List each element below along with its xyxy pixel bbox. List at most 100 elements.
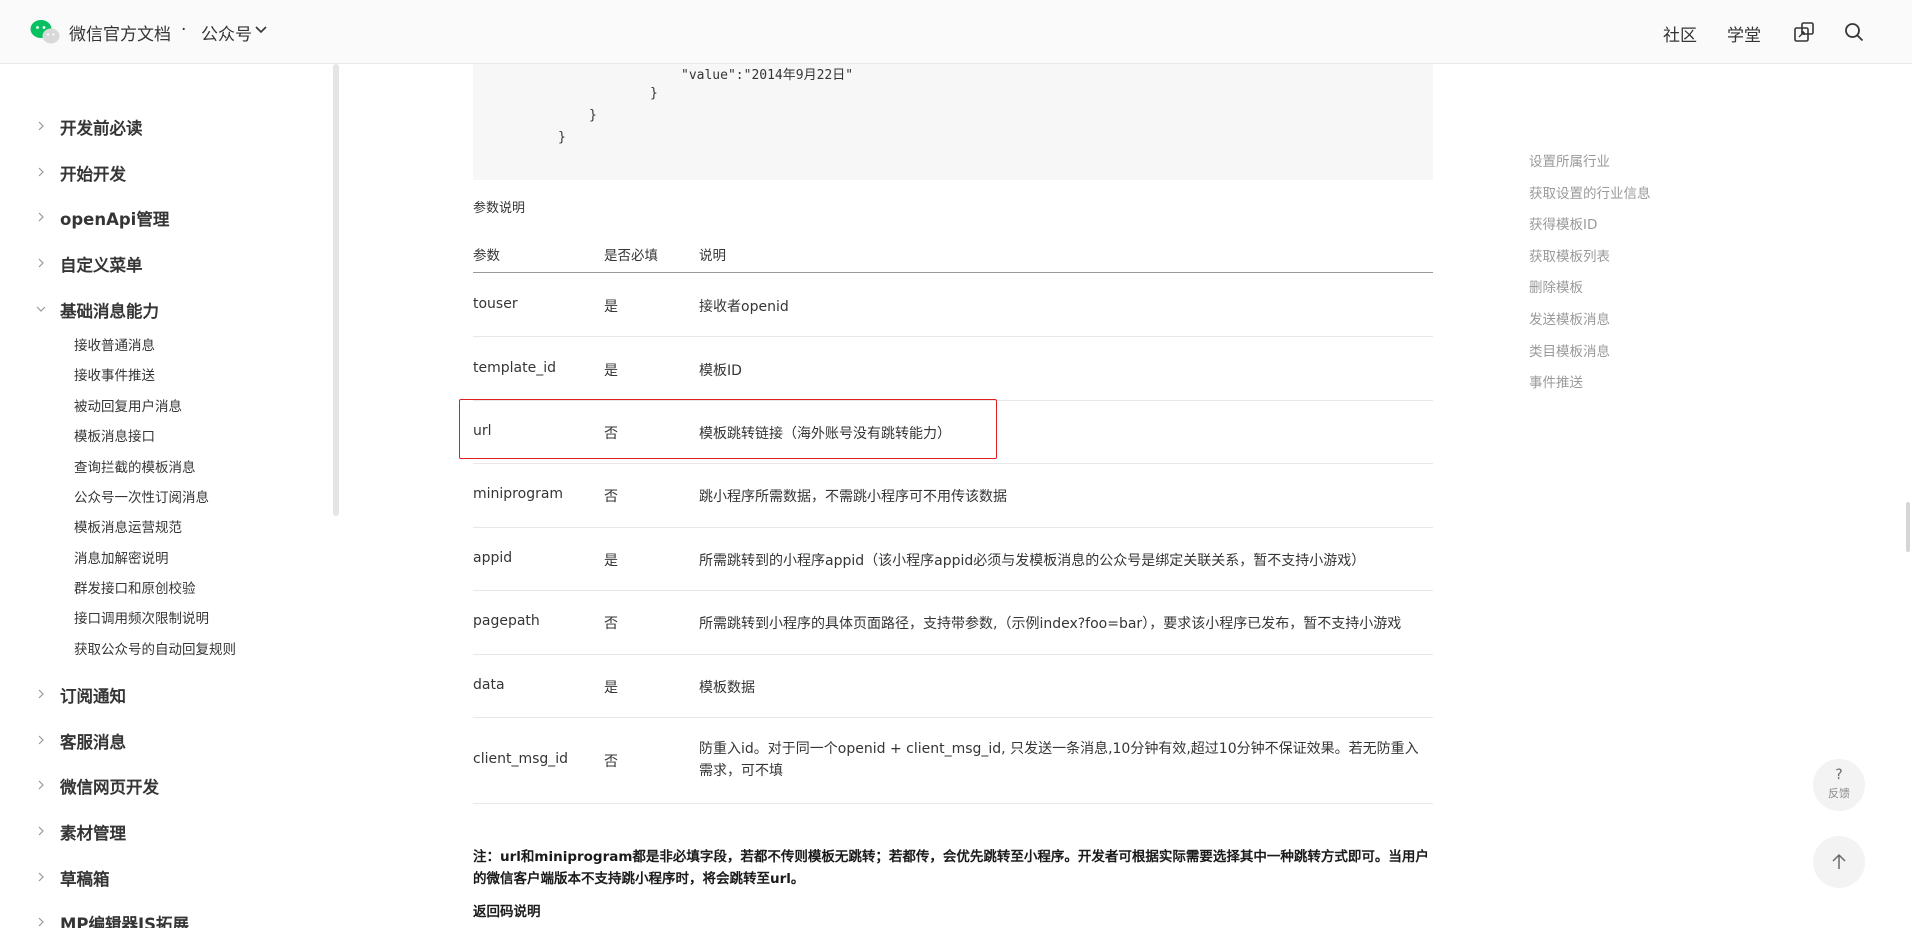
toc-item[interactable]: 删除模板 xyxy=(1529,276,1583,296)
note-paragraph: 注：url和miniprogram都是非必填字段，若都不传则模板无跳转；若都传，… xyxy=(473,849,1429,887)
table-cell-required: 是 xyxy=(604,299,618,315)
toc-item[interactable]: 设置所属行业 xyxy=(1529,150,1610,170)
table-cell-param: touser xyxy=(473,296,518,312)
table-header-desc: 说明 xyxy=(699,248,726,264)
sidebar-item-web-dev[interactable]: 微信网页开发 xyxy=(60,774,159,798)
table-cell-desc: 模板ID xyxy=(699,363,742,379)
nav-community[interactable]: 社区 xyxy=(1663,21,1697,46)
row-divider xyxy=(473,463,1433,464)
table-cell-required: 否 xyxy=(604,754,618,770)
nav-academy[interactable]: 学堂 xyxy=(1727,21,1761,46)
code-line: } xyxy=(558,130,566,145)
row-divider xyxy=(473,654,1433,655)
table-header-param: 参数 xyxy=(473,248,500,264)
table-cell-param: data xyxy=(473,677,505,693)
table-cell-required: 是 xyxy=(604,553,618,569)
params-title: 参数说明 xyxy=(473,201,526,216)
site-title[interactable]: 微信官方文档 xyxy=(69,20,171,45)
sidebar-subitem[interactable]: 被动回复用户消息 xyxy=(74,395,182,415)
sidebar-item-subscribe[interactable]: 订阅通知 xyxy=(60,683,126,707)
feedback-label: 反馈 xyxy=(1828,787,1850,800)
sidebar-item-drafts[interactable]: 草稿箱 xyxy=(60,866,110,890)
sidebar-subitem[interactable]: 公众号一次性订阅消息 xyxy=(74,486,209,506)
sidebar-item-openapi[interactable]: openApi管理 xyxy=(60,206,169,230)
chevron-right-icon[interactable] xyxy=(36,212,46,222)
table-header-required: 是否必填 xyxy=(604,248,658,264)
table-cell-param: pagepath xyxy=(473,613,540,629)
search-icon[interactable] xyxy=(1843,21,1865,43)
table-cell-desc: 跳小程序所需数据，不需跳小程序可不用传该数据 xyxy=(699,489,1007,505)
sidebar-subitem[interactable]: 接收普通消息 xyxy=(74,334,155,354)
sidebar-subitem[interactable]: 消息加解密说明 xyxy=(74,547,169,567)
chevron-right-icon[interactable] xyxy=(36,689,46,699)
wechat-logo-icon[interactable] xyxy=(30,19,60,45)
chevron-right-icon[interactable] xyxy=(36,826,46,836)
sidebar-item-mp-editor[interactable]: MP编辑器JS拓展 xyxy=(60,911,189,928)
sidebar-subitem[interactable]: 接口调用频次限制说明 xyxy=(74,607,209,627)
table-cell-required: 否 xyxy=(604,489,618,505)
table-cell-required: 否 xyxy=(604,616,618,632)
table-cell-desc: 所需跳转到小程序的具体页面路径，支持带参数,（示例index?foo=bar），… xyxy=(699,616,1402,632)
table-cell-param: miniprogram xyxy=(473,486,564,502)
sidebar-subitem[interactable]: 接收事件推送 xyxy=(74,364,155,384)
chevron-down-icon[interactable] xyxy=(36,304,46,314)
code-line: } xyxy=(589,108,597,123)
chevron-right-icon[interactable] xyxy=(36,258,46,268)
left-sidebar: 开发前必读 开始开发 openApi管理 自定义菜单 基础消息能力 接收普通消息… xyxy=(0,64,336,928)
product-switcher[interactable]: 公众号 xyxy=(201,20,252,45)
chevron-right-icon[interactable] xyxy=(36,917,46,927)
main-scrollbar[interactable] xyxy=(1906,502,1910,552)
chevron-right-icon[interactable] xyxy=(36,780,46,790)
row-divider xyxy=(473,590,1433,591)
sidebar-item-material[interactable]: 素材管理 xyxy=(60,820,126,844)
highlight-annotation-box xyxy=(459,399,997,459)
table-cell-param: template_id xyxy=(473,360,556,376)
code-block: "value":"2014年9月22日" } } } xyxy=(473,64,1433,180)
chevron-right-icon[interactable] xyxy=(36,872,46,882)
sidebar-scrollbar[interactable] xyxy=(333,64,339,516)
sidebar-subitem[interactable]: 模板消息接口 xyxy=(74,425,155,445)
table-header-divider xyxy=(473,272,1433,273)
arrow-up-icon xyxy=(1832,853,1846,869)
code-line: "value":"2014年9月22日" xyxy=(681,68,854,83)
question-icon: ? xyxy=(1835,767,1843,783)
table-cell-desc: 模板数据 xyxy=(699,680,755,696)
toc-item[interactable]: 类目模板消息 xyxy=(1529,340,1610,360)
sidebar-item-basic-message[interactable]: 基础消息能力 xyxy=(60,298,159,322)
sidebar-subitem[interactable]: 获取公众号的自动回复规则 xyxy=(74,638,236,658)
table-cell-required: 是 xyxy=(604,363,618,379)
toc-item[interactable]: 发送模板消息 xyxy=(1529,308,1610,328)
chevron-down-icon[interactable] xyxy=(254,22,268,38)
chevron-right-icon[interactable] xyxy=(36,121,46,131)
feedback-button[interactable]: ? 反馈 xyxy=(1813,759,1865,811)
row-divider xyxy=(473,803,1433,804)
sidebar-item-dev-read[interactable]: 开发前必读 xyxy=(60,115,143,139)
sidebar-subitem[interactable]: 群发接口和原创校验 xyxy=(74,577,196,597)
table-cell-desc: 所需跳转到的小程序appid（该小程序appid必须与发模板消息的公众号是绑定关… xyxy=(699,553,1366,569)
table-cell-param: client_msg_id xyxy=(473,751,569,767)
table-cell-desc: 防重入id。对于同一个openid + client_msg_id, 只发送一条… xyxy=(699,741,1419,779)
sidebar-item-start-dev[interactable]: 开始开发 xyxy=(60,161,126,185)
sidebar-subitem[interactable]: 查询拦截的模板消息 xyxy=(74,456,196,476)
table-cell-desc: 接收者openid xyxy=(699,299,789,315)
toc-item[interactable]: 获取设置的行业信息 xyxy=(1529,182,1651,202)
chevron-right-icon[interactable] xyxy=(36,167,46,177)
row-divider xyxy=(473,336,1433,337)
chevron-right-icon[interactable] xyxy=(36,735,46,745)
row-divider xyxy=(473,717,1433,718)
switch-view-icon[interactable] xyxy=(1793,21,1815,43)
row-divider xyxy=(473,527,1433,528)
return-code-title: 返回码说明 xyxy=(473,904,541,920)
toc-item[interactable]: 事件推送 xyxy=(1529,371,1583,391)
sidebar-item-customer-service[interactable]: 客服消息 xyxy=(60,729,126,753)
back-to-top-button[interactable] xyxy=(1813,836,1865,888)
top-header: 微信官方文档 · 公众号 社区 学堂 xyxy=(0,0,1912,64)
table-cell-param: appid xyxy=(473,550,513,566)
toc-item[interactable]: 获得模板ID xyxy=(1529,213,1597,233)
sidebar-item-custom-menu[interactable]: 自定义菜单 xyxy=(60,252,143,276)
toc-item[interactable]: 获取模板列表 xyxy=(1529,245,1610,265)
sidebar-subitem[interactable]: 模板消息运营规范 xyxy=(74,516,182,536)
table-cell-required: 是 xyxy=(604,680,618,696)
title-separator: · xyxy=(181,20,187,40)
code-line: } xyxy=(650,86,658,101)
